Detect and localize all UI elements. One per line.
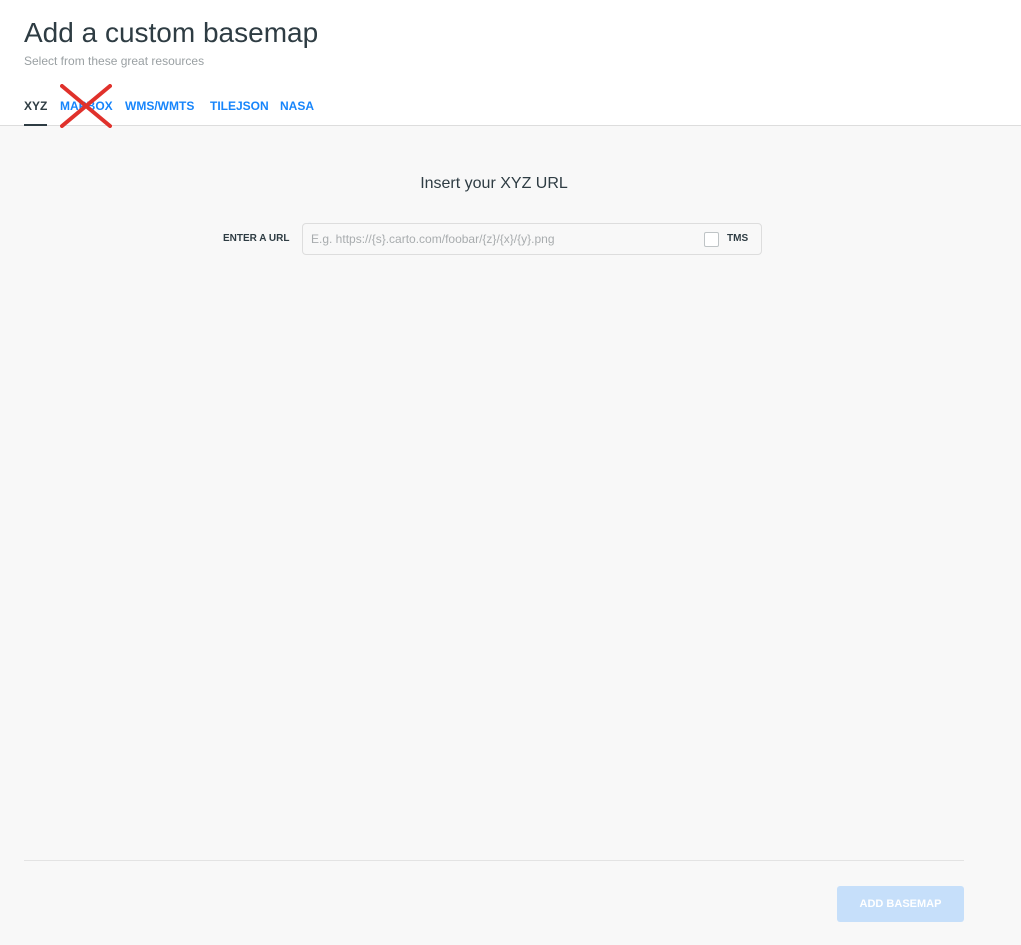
modal-header: Add a custom basemap Select from these g… [0, 0, 1021, 128]
footer-divider [24, 860, 964, 861]
tms-label: TMS [727, 233, 749, 244]
tab-xyz[interactable]: XYZ [24, 96, 48, 126]
page-subtitle: Select from these great resources [24, 54, 205, 68]
tab-nasa[interactable]: NASA [280, 96, 314, 126]
tms-checkbox[interactable] [704, 232, 719, 247]
url-input[interactable] [303, 224, 683, 254]
tab-wms-wmts[interactable]: WMS/WMTS [125, 96, 194, 126]
url-label: ENTER A URL [223, 233, 290, 244]
tab-mapbox[interactable]: MAPBOX [60, 96, 113, 126]
page-title: Add a custom basemap [24, 17, 319, 48]
section-title: Insert your XYZ URL [420, 175, 568, 192]
add-basemap-button[interactable]: ADD BASEMAP [837, 886, 964, 922]
url-field-container: TMS [302, 223, 762, 255]
tab-tilejson[interactable]: TILEJSON [210, 96, 269, 126]
